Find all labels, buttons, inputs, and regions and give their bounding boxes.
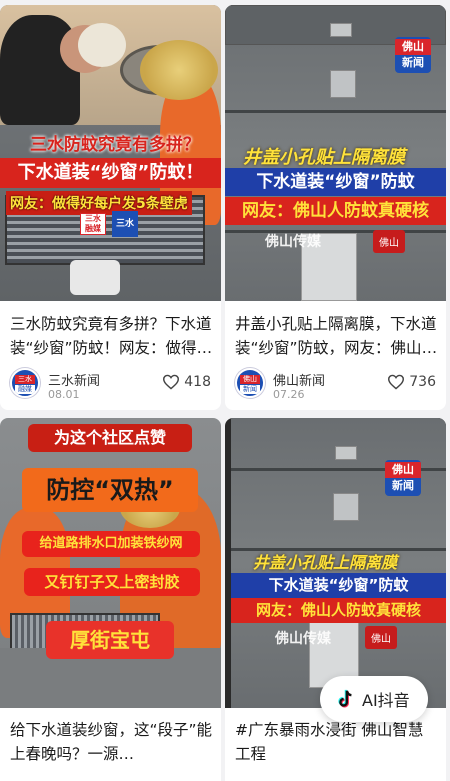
video-thumbnail[interactable]: 为这个社区点赞 防控“双热” 给道路排水口加装铁纱网 又钉钉子又上密封胶 厚街宝… (0, 418, 221, 708)
like-button[interactable]: 736 (387, 374, 436, 390)
card-title[interactable]: 三水防蚊究竟有多拼？下水道装“纱窗”防蚊！网友：做得好每户发5条壁虎 (10, 312, 213, 360)
overlay-line-3: 给道路排水口加装铁纱网 (22, 531, 200, 557)
video-card-1[interactable]: 三水防蚊究竟有多拼？ 下水道装“纱窗”防蚊！ 网友：做得好每户发5条壁虎 三水融… (0, 5, 221, 410)
heart-icon (388, 374, 405, 390)
avatar[interactable]: 佛山 新闻 (235, 368, 265, 398)
watermark: 佛山传媒 (275, 631, 331, 647)
like-count: 418 (184, 374, 211, 390)
watermark-badge: 佛山 (373, 230, 405, 253)
overlay-line-2: 下水道装“纱窗”防蚊 (225, 168, 446, 196)
card-title[interactable]: 井盖小孔贴上隔离膜，下水道装“纱窗”防蚊，网友：佛山人防蚊真硬核 (235, 312, 438, 360)
heart-icon (163, 374, 180, 390)
logo: 佛山 新闻 (385, 460, 421, 496)
avatar[interactable]: 三水 融媒 (10, 368, 40, 398)
overlay-headline: 下水道装“纱窗”防蚊！ (0, 158, 221, 188)
like-button[interactable]: 418 (162, 374, 211, 390)
overlay-badge: 三水 融媒 (80, 213, 106, 235)
overlay-question: 三水防蚊究竟有多拼？ (30, 135, 200, 155)
video-thumbnail[interactable]: 佛山 新闻 井盖小孔贴上隔离膜 下水道装“纱窗”防蚊 网友：佛山人防蚊真硬核 佛山… (225, 418, 446, 708)
card-meta: 三水 融媒 三水新闻 08.01 418 (10, 368, 211, 404)
overlay-line-4: 又钉钉子又上密封胶 (24, 568, 200, 596)
video-feed: 三水防蚊究竟有多拼？ 下水道装“纱窗”防蚊！ 网友：做得好每户发5条壁虎 三水融… (0, 0, 450, 781)
overlay-badge: 三水 (112, 211, 138, 237)
publish-date: 07.26 (273, 388, 305, 401)
logo: 佛山 新闻 (395, 37, 431, 73)
video-thumbnail[interactable]: 佛山 新闻 井盖小孔贴上隔离膜 下水道装“纱窗”防蚊 网友：佛山人防蚊真硬核 佛山… (225, 5, 446, 301)
card-meta: 佛山 新闻 佛山新闻 07.26 736 (235, 368, 436, 404)
overlay-line-5: 厚街宝屯 (46, 621, 174, 659)
author-name[interactable]: 佛山新闻 (273, 370, 325, 389)
like-count: 736 (409, 374, 436, 390)
overlay-line-1: 井盖小孔贴上隔离膜 (243, 147, 405, 168)
ai-button-label: AI抖音 (362, 691, 410, 710)
overlay-netizen: 网友：做得好每户发5条壁虎 (6, 191, 192, 215)
overlay-line-3: 网友：佛山人防蚊真硬核 (225, 197, 446, 225)
overlay-line-2: 防控“双热” (22, 468, 198, 512)
author-name[interactable]: 三水新闻 (48, 370, 100, 389)
overlay-line-3: 网友：佛山人防蚊真硬核 (231, 598, 446, 623)
overlay-line-1: 井盖小孔贴上隔离膜 (253, 553, 398, 572)
video-card-2[interactable]: 佛山 新闻 井盖小孔贴上隔离膜 下水道装“纱窗”防蚊 网友：佛山人防蚊真硬核 佛山… (225, 5, 446, 410)
publish-date: 08.01 (48, 388, 80, 401)
ai-douyin-button[interactable]: AI抖音 (320, 676, 428, 722)
watermark: 佛山传媒 (265, 234, 321, 250)
overlay-line-2: 下水道装“纱窗”防蚊 (231, 573, 446, 598)
watermark-badge: 佛山 (365, 626, 397, 649)
card-title[interactable]: 给下水道装纱窗，这“段子”能上春晚吗？一源… (10, 718, 213, 766)
tiktok-icon (338, 689, 352, 708)
video-card-3[interactable]: 为这个社区点赞 防控“双热” 给道路排水口加装铁纱网 又钉钉子又上密封胶 厚街宝… (0, 418, 221, 781)
card-title[interactable]: #广东暴雨水浸街 佛山智慧工程 (235, 718, 438, 766)
video-thumbnail[interactable]: 三水防蚊究竟有多拼？ 下水道装“纱窗”防蚊！ 网友：做得好每户发5条壁虎 三水融… (0, 5, 221, 301)
video-card-4[interactable]: 佛山 新闻 井盖小孔贴上隔离膜 下水道装“纱窗”防蚊 网友：佛山人防蚊真硬核 佛山… (225, 418, 446, 781)
overlay-line-1: 为这个社区点赞 (28, 424, 192, 452)
